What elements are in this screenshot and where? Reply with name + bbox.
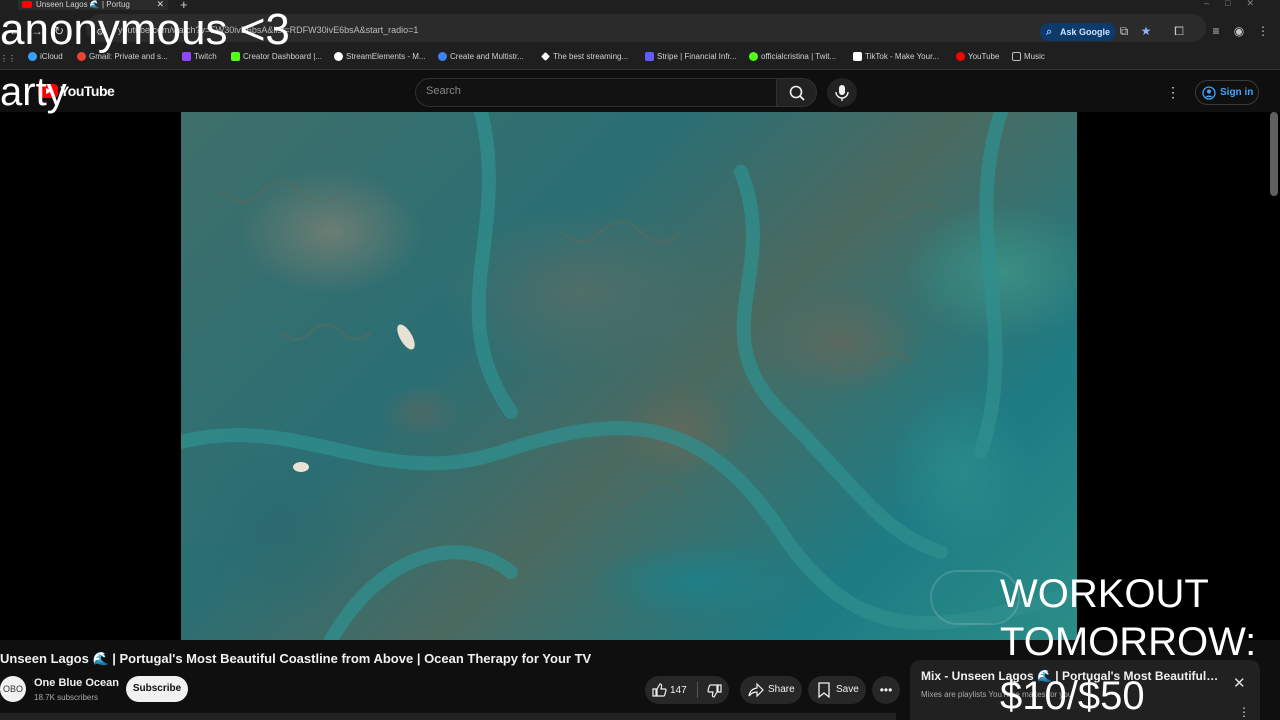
close-icon[interactable]: ✕ xyxy=(1233,674,1246,692)
bookmark-item[interactable]: TikTok - Make Your... xyxy=(853,52,939,61)
bookmark-folder[interactable]: Music xyxy=(1012,52,1045,61)
stream-overlay-goal-line1: WORKOUT xyxy=(1000,572,1209,616)
install-app-icon[interactable]: ⧉ xyxy=(1117,24,1131,38)
save-button[interactable]: Save xyxy=(808,676,866,704)
media-control-icon[interactable]: ≡ xyxy=(1209,24,1223,38)
streamelements-icon xyxy=(334,52,343,61)
bookmark-item[interactable]: Create and Multistr... xyxy=(438,52,524,61)
subscriber-count: 18.7K subscribers xyxy=(34,693,99,702)
microphone-icon xyxy=(835,85,849,101)
voice-search-button[interactable] xyxy=(827,78,857,107)
folder-icon xyxy=(1012,52,1021,61)
window-controls[interactable]: –□✕ xyxy=(1204,0,1270,9)
save-label: Save xyxy=(836,684,859,695)
search-box[interactable] xyxy=(415,78,777,107)
more-actions-button[interactable]: ••• xyxy=(872,676,900,704)
kick-icon xyxy=(749,52,758,61)
page-scrollbar[interactable] xyxy=(1270,112,1278,196)
bookmark-icon xyxy=(818,682,830,698)
like-divider xyxy=(697,682,698,698)
bookmark-item[interactable]: StreamElements - M... xyxy=(334,52,426,61)
bookmark-star-icon[interactable]: ★ xyxy=(1139,24,1153,38)
restream-icon xyxy=(438,52,447,61)
bookmark-item[interactable]: officialcristina | Twit... xyxy=(749,52,836,61)
sign-in-label: Sign in xyxy=(1220,87,1254,98)
search-button[interactable] xyxy=(777,78,817,107)
stream-overlay-top-line2: arty xyxy=(0,70,67,114)
channel-name[interactable]: One Blue Ocean xyxy=(34,677,119,689)
thumbs-up-icon[interactable] xyxy=(651,682,667,698)
stream-overlay-goal-line2: TOMORROW: xyxy=(1000,620,1257,664)
youtube-icon xyxy=(956,52,965,61)
channel-avatar[interactable]: OBO xyxy=(0,676,26,702)
below-video-strip xyxy=(0,713,896,720)
stream-overlay-top-line1: anonymous <3 xyxy=(0,5,290,54)
extensions-icon[interactable]: ⧠ xyxy=(1172,24,1186,38)
sign-in-button[interactable]: Sign in xyxy=(1195,80,1259,105)
share-button[interactable]: Share xyxy=(740,676,802,704)
browser-menu-icon[interactable]: ⋮ xyxy=(1256,24,1270,38)
share-label: Share xyxy=(768,684,795,695)
mix-menu-icon[interactable]: ⋮ xyxy=(1238,705,1250,719)
bookmark-item[interactable]: The best streaming... xyxy=(541,52,628,61)
ask-google-button[interactable]: Ask Google xyxy=(1040,23,1117,41)
settings-menu-icon[interactable]: ⋮ xyxy=(1166,84,1180,100)
video-title: Unseen Lagos 🌊 | Portugal's Most Beautif… xyxy=(0,651,592,666)
subscribe-button[interactable]: Subscribe xyxy=(126,676,188,702)
stripe-icon xyxy=(645,52,654,61)
diamond-icon xyxy=(541,52,550,61)
aerial-coastline-image xyxy=(181,112,1077,640)
search-icon xyxy=(789,85,805,101)
like-count[interactable]: 147 xyxy=(670,685,687,696)
bookmark-item[interactable]: Stripe | Financial Infr... xyxy=(645,52,736,61)
profile-icon[interactable]: ◉ xyxy=(1232,24,1246,38)
thumbs-down-icon[interactable] xyxy=(707,683,723,699)
stream-overlay-goal-line3: $10/$50 xyxy=(1000,674,1145,718)
search-input[interactable] xyxy=(426,85,756,97)
like-dislike-group xyxy=(645,676,729,704)
youtube-logo-text[interactable]: YouTube xyxy=(60,83,115,99)
share-icon xyxy=(748,682,764,698)
account-icon xyxy=(1202,86,1216,100)
tiktok-icon xyxy=(853,52,862,61)
bookmark-item[interactable]: YouTube xyxy=(956,52,999,61)
video-player[interactable] xyxy=(181,112,1077,640)
